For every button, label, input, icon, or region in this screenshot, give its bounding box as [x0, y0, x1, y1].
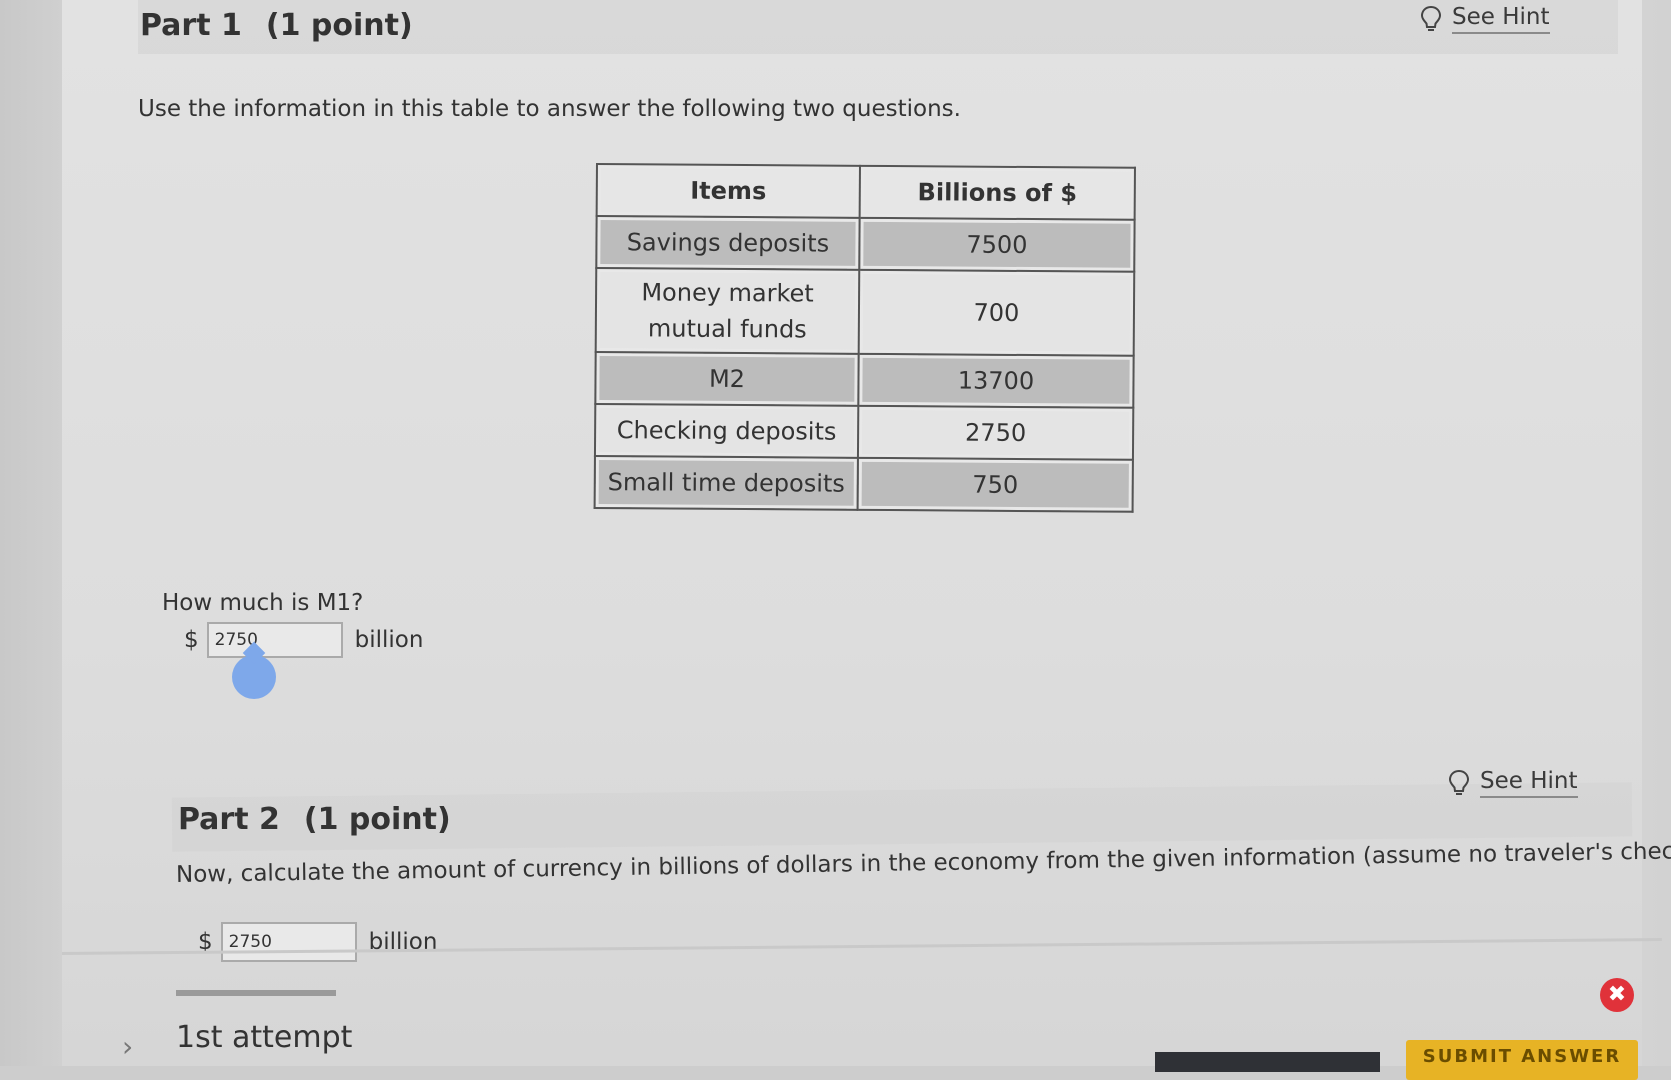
part2-answer-input[interactable] — [220, 922, 357, 962]
part1-header: Part 1 (1 point) — [140, 8, 413, 43]
question-card — [62, 0, 1642, 1066]
table-cell-item: Small time deposits — [594, 455, 858, 510]
part1-intro-text: Use the information in this table to ans… — [138, 96, 961, 122]
part1-unit-label: billion — [354, 627, 424, 653]
attempt-progress-bar — [176, 990, 336, 996]
part1-title: Part 1 — [140, 8, 242, 43]
table-header-items: Items — [596, 164, 860, 218]
table-row: Savings deposits 7500 — [596, 216, 1135, 272]
submit-answer-button[interactable]: SUBMIT ANSWER — [1406, 1040, 1638, 1080]
table-header-row: Items Billions of $ — [596, 164, 1135, 220]
table-cell-value: 750 — [857, 457, 1133, 512]
part2-answer-row: $ billion — [198, 922, 437, 962]
part1-see-hint-link[interactable]: See Hint — [1420, 4, 1550, 34]
table-cell-item-line1: Money market — [641, 278, 814, 308]
money-supply-table: Items Billions of $ Savings deposits 750… — [593, 163, 1136, 513]
table-row: M2 13700 — [595, 352, 1134, 408]
table-row: Checking deposits 2750 — [594, 404, 1134, 460]
table-cell-item: Savings deposits — [596, 216, 860, 270]
table-cell-item: Money market mutual funds — [595, 268, 860, 354]
table-cell-value: 7500 — [859, 217, 1135, 272]
part2-header: Part 2 (1 point) — [178, 802, 451, 837]
attempt-label: 1st attempt — [176, 1020, 353, 1055]
text-cursor-handle[interactable] — [232, 655, 276, 699]
secondary-button[interactable] — [1155, 1052, 1380, 1072]
table-cell-value: 13700 — [858, 353, 1134, 408]
part1-question-text: How much is M1? — [162, 590, 364, 616]
lightbulb-icon — [1420, 5, 1442, 31]
table-cell-value: 2750 — [857, 405, 1134, 460]
table-cell-value: 700 — [858, 269, 1135, 356]
chevron-right-icon[interactable]: › — [122, 1030, 133, 1063]
part2-see-hint-link[interactable]: See Hint — [1448, 768, 1578, 798]
table-row: Money market mutual funds 700 — [595, 268, 1135, 356]
part1-points: (1 point) — [265, 8, 413, 43]
error-x-icon: ✖ — [1600, 978, 1634, 1012]
table-cell-item-line2: mutual funds — [647, 314, 807, 344]
table-header-billions: Billions of $ — [859, 165, 1135, 220]
table-cell-item: Checking deposits — [594, 404, 859, 458]
part2-title: Part 2 — [178, 802, 280, 837]
table-cell-item: M2 — [595, 352, 859, 406]
part1-answer-input[interactable] — [206, 622, 343, 658]
part1-hint-label: See Hint — [1452, 4, 1550, 34]
lightbulb-icon — [1448, 769, 1470, 795]
part2-points: (1 point) — [303, 802, 451, 837]
part2-hint-label: See Hint — [1480, 768, 1578, 798]
table-row: Small time deposits 750 — [594, 455, 1133, 512]
part1-answer-row: $ billion — [184, 622, 423, 658]
part1-dollar-sign: $ — [184, 627, 199, 653]
